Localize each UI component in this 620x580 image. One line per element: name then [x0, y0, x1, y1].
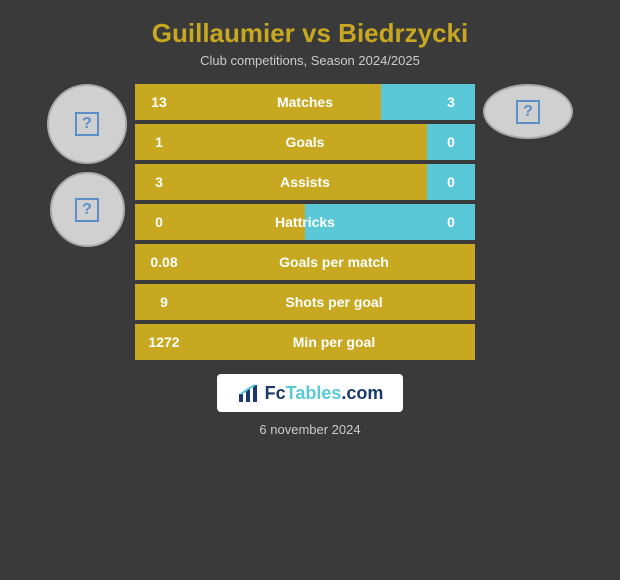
stat-row-hattricks: 0 Hattricks 0: [135, 204, 475, 240]
stat-matches-label-area: Matches: [183, 84, 427, 120]
logo-area: FcTables.com: [217, 374, 404, 412]
stat-shots-per-goal-label-area: Shots per goal: [193, 284, 475, 320]
stat-row-min-per-goal: 1272 Min per goal: [135, 324, 475, 360]
stat-matches-left-val: 13: [135, 84, 183, 120]
stat-hattricks-right-val: 0: [427, 204, 475, 240]
stat-hattricks-label: Hattricks: [183, 214, 427, 230]
footer-date: 6 november 2024: [259, 422, 360, 437]
left-avatar-top-icon: ?: [75, 112, 99, 136]
stat-goals-right-val: 0: [427, 124, 475, 160]
page-title: Guillaumier vs Biedrzycki: [152, 18, 468, 49]
stat-assists-label: Assists: [183, 174, 427, 190]
left-avatar-bottom-icon: ?: [75, 198, 99, 222]
stat-min-per-goal-label-area: Min per goal: [193, 324, 475, 360]
stat-row-matches: 13 Matches 3: [135, 84, 475, 120]
stat-matches-label: Matches: [183, 94, 427, 110]
stat-assists-label-area: Assists: [183, 164, 427, 200]
left-avatars: ? ?: [47, 84, 127, 247]
stat-goals-left-val: 1: [135, 124, 183, 160]
logo-chart-icon: [237, 382, 259, 404]
stat-shots-per-goal-label: Shots per goal: [285, 294, 382, 310]
stats-container: 13 Matches 3 1 Goals 0 3: [135, 84, 475, 360]
stat-row-goals: 1 Goals 0: [135, 124, 475, 160]
stat-goals-per-match-label-area: Goals per match: [193, 244, 475, 280]
stat-row-shots-per-goal: 9 Shots per goal: [135, 284, 475, 320]
stat-shots-per-goal-val: 9: [135, 284, 193, 320]
stat-hattricks-label-area: Hattricks: [183, 204, 427, 240]
stat-goals-label: Goals: [183, 134, 427, 150]
stat-hattricks-left-val: 0: [135, 204, 183, 240]
stat-matches-right-val: 3: [427, 84, 475, 120]
stat-assists-left-val: 3: [135, 164, 183, 200]
comparison-area: ? ? 13 Matches 3 1: [10, 84, 610, 360]
left-avatar-bottom: ?: [50, 172, 125, 247]
page-subtitle: Club competitions, Season 2024/2025: [200, 53, 420, 68]
right-avatar-top: ?: [483, 84, 573, 139]
stat-row-goals-per-match: 0.08 Goals per match: [135, 244, 475, 280]
stat-row-assists: 3 Assists 0: [135, 164, 475, 200]
stat-goals-label-area: Goals: [183, 124, 427, 160]
logo-text: FcTables.com: [265, 383, 384, 404]
stat-assists-right-val: 0: [427, 164, 475, 200]
stat-min-per-goal-label: Min per goal: [293, 334, 375, 350]
right-avatar-top-icon: ?: [516, 100, 540, 124]
right-avatars: ?: [483, 84, 573, 139]
left-avatar-top: ?: [47, 84, 127, 164]
stat-goals-per-match-val: 0.08: [135, 244, 193, 280]
page-wrapper: Guillaumier vs Biedrzycki Club competiti…: [0, 0, 620, 580]
stat-min-per-goal-val: 1272: [135, 324, 193, 360]
stat-goals-per-match-label: Goals per match: [279, 254, 389, 270]
